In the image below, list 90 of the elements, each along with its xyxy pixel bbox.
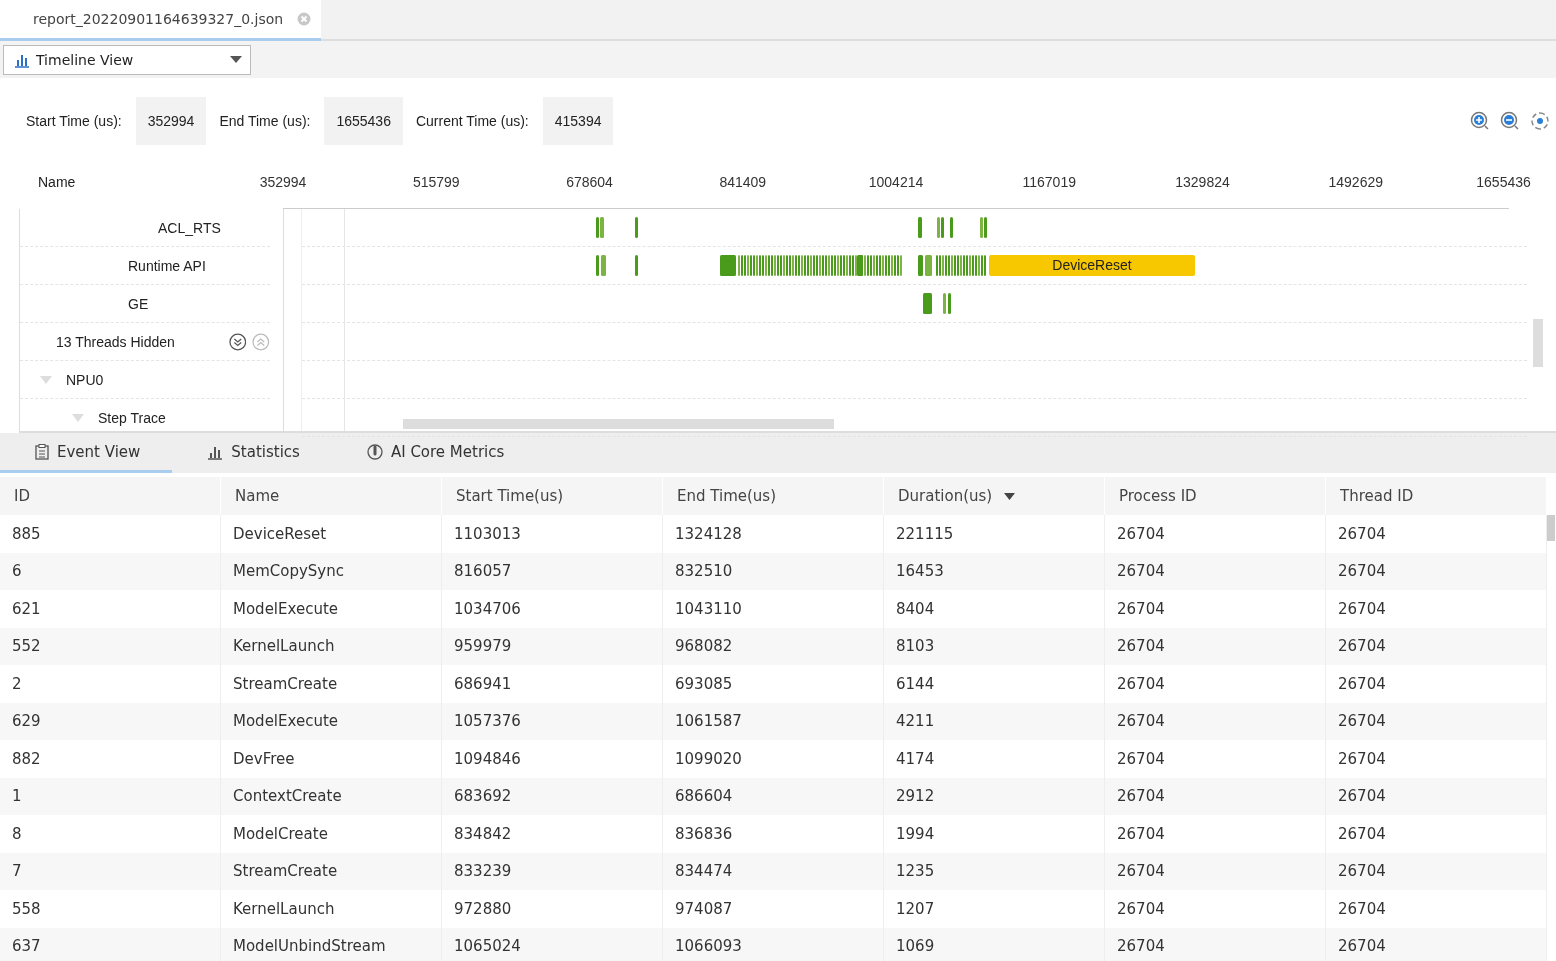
- table-cell: 26704: [1105, 590, 1326, 628]
- table-cell: 972880: [442, 890, 663, 928]
- track-label[interactable]: NPU0: [66, 371, 104, 388]
- track-label[interactable]: Step Trace: [98, 409, 166, 426]
- table-cell: 26704: [1105, 740, 1326, 778]
- table-cell: 1094846: [442, 740, 663, 778]
- table-cell: 836836: [663, 815, 884, 853]
- track-label: GE: [128, 295, 149, 312]
- table-cell: ModelExecute: [221, 590, 442, 628]
- gauge-icon: [366, 443, 383, 460]
- table-cell: 974087: [663, 890, 884, 928]
- table-cell: 221115: [884, 515, 1105, 553]
- table-cell: 4174: [884, 740, 1105, 778]
- table-cell: 26704: [1326, 740, 1547, 778]
- table-cell: 26704: [1105, 665, 1326, 703]
- sort-descending-icon[interactable]: [1004, 492, 1016, 500]
- table-cell: 26704: [1326, 927, 1547, 961]
- table-cell: 2: [0, 665, 221, 703]
- table-cell: 8: [0, 815, 221, 853]
- expand-toggle-icon[interactable]: [72, 413, 84, 422]
- table-cell: 26704: [1105, 515, 1326, 553]
- table-cell: 1994: [884, 815, 1105, 853]
- table-cell: 1066093: [663, 927, 884, 961]
- table-cell: ModelUnbindStream: [221, 927, 442, 961]
- track-label: ACL_RTS: [158, 219, 221, 236]
- table-cell: KernelLaunch: [221, 890, 442, 928]
- tick-label: 352994: [259, 174, 307, 190]
- tick-label: 1329824: [1175, 174, 1230, 190]
- table-cell: 1324128: [663, 515, 884, 553]
- track-label[interactable]: 13 Threads Hidden: [56, 333, 175, 350]
- tick-label: 1492629: [1328, 174, 1383, 190]
- field-label: Current Time (us):: [415, 113, 529, 129]
- table-cell: 26704: [1326, 890, 1547, 928]
- table-cell: 1069: [884, 927, 1105, 961]
- close-icon[interactable]: [297, 12, 312, 26]
- table-cell: 26704: [1326, 665, 1547, 703]
- table-cell: ModelCreate: [221, 815, 442, 853]
- time-field[interactable]: 352994: [135, 97, 207, 145]
- table-cell: 1043110: [663, 590, 884, 628]
- table-cell: 1034706: [442, 590, 663, 628]
- scrollbar-thumb[interactable]: [1533, 319, 1543, 367]
- table-cell: 1207: [884, 890, 1105, 928]
- table-cell: 621: [0, 590, 221, 628]
- table-cell: 885: [0, 515, 221, 553]
- tick-label: 1655436: [1476, 174, 1531, 190]
- expand-toggle-icon[interactable]: [40, 375, 52, 384]
- reset-zoom-icon[interactable]: [1530, 111, 1550, 131]
- table-cell: 637: [0, 927, 221, 961]
- table-cell: DevFree: [221, 740, 442, 778]
- column-header: Name: [37, 173, 77, 192]
- table-cell: 1099020: [663, 740, 884, 778]
- table-cell: 558: [0, 890, 221, 928]
- table-cell: 882: [0, 740, 221, 778]
- table-cell: 686941: [442, 665, 663, 703]
- table-cell: 26704: [1105, 815, 1326, 853]
- zoom-out-icon[interactable]: [1500, 111, 1520, 131]
- file-tab[interactable]: report_20220901164639327_0.json: [0, 0, 322, 41]
- track-label: Runtime API: [128, 257, 206, 274]
- zoom-in-icon[interactable]: [1470, 111, 1490, 131]
- table-cell: 8404: [884, 590, 1105, 628]
- panel-tab[interactable]: AI Core Metrics: [331, 433, 537, 473]
- expand-down-icon[interactable]: [228, 332, 247, 351]
- table-cell: 693085: [663, 665, 884, 703]
- event-bar[interactable]: DeviceReset: [989, 255, 1195, 276]
- time-field[interactable]: 1655436: [324, 97, 403, 145]
- table-cell: 26704: [1105, 927, 1326, 961]
- table-cell: StreamCreate: [221, 665, 442, 703]
- scrollbar-thumb[interactable]: [1547, 515, 1555, 541]
- table-cell: 834842: [442, 815, 663, 853]
- collapse-up-icon[interactable]: [252, 332, 270, 351]
- field-label: Start Time (us):: [26, 113, 122, 129]
- table-cell: 1065024: [442, 927, 663, 961]
- table-cell: 6144: [884, 665, 1105, 703]
- view-dropdown[interactable]: Timeline View: [3, 44, 251, 75]
- tick-label: 678604: [566, 174, 613, 190]
- scrollbar-thumb[interactable]: [403, 419, 834, 429]
- table-cell: 26704: [1326, 815, 1547, 853]
- caret-icon: [230, 56, 242, 63]
- table-cell: 26704: [1105, 890, 1326, 928]
- panel-tab[interactable]: Statistics: [172, 433, 332, 473]
- clipboard-icon: [35, 443, 49, 460]
- table-cell: DeviceReset: [221, 515, 442, 553]
- table-cell: 26704: [1326, 590, 1547, 628]
- table-cell: 1103013: [442, 515, 663, 553]
- field-label: End Time (us):: [219, 113, 311, 129]
- tick-label: 515799: [412, 174, 460, 190]
- tick-label: 841409: [719, 174, 767, 190]
- tick-label: 1167019: [1022, 174, 1076, 190]
- time-field[interactable]: 415394: [542, 97, 614, 145]
- tick-label: 1004214: [868, 174, 924, 190]
